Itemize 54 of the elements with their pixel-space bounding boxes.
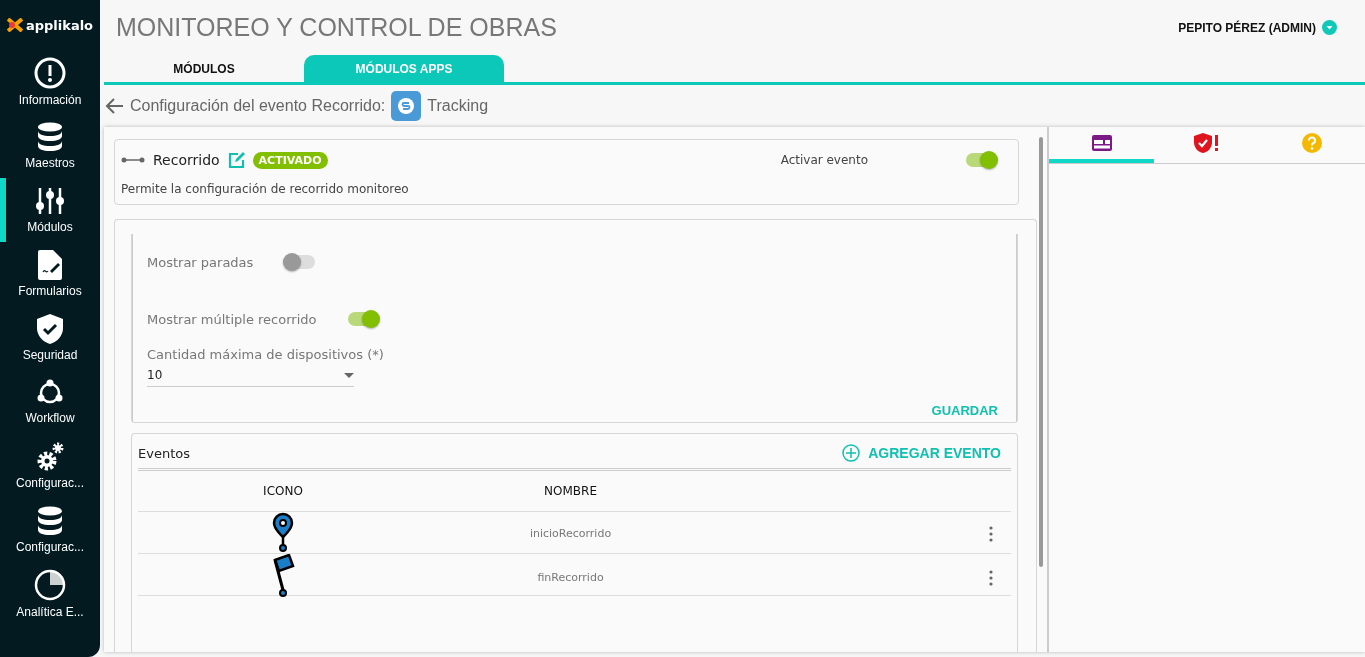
logo-text: applikalo: [25, 17, 94, 33]
database-icon: [37, 506, 63, 536]
sidebar-item[interactable]: Seguridad: [0, 306, 100, 370]
add-icon: [842, 444, 861, 462]
signed-document-icon: [38, 250, 62, 280]
user-name[interactable]: PEPITO PÉREZ (ADMIN): [1178, 20, 1316, 35]
app-name: Tracking: [427, 97, 489, 115]
caret-icon: [344, 372, 354, 378]
sidebar-item[interactable]: Módulos: [0, 178, 100, 242]
back-arrow-icon[interactable]: [104, 97, 124, 115]
sidebar-item[interactable]: Información: [0, 50, 100, 114]
toggle-label: Activar evento: [780, 153, 868, 167]
sidebar-item[interactable]: Maestros: [0, 114, 100, 178]
sidebar-item[interactable]: Workflow: [0, 370, 100, 434]
table-cell: inicioRecorrido: [529, 527, 612, 540]
sidebar-item[interactable]: Formularios: [0, 242, 100, 306]
database-icon: [37, 122, 63, 152]
select-label: Cantidad máxima de dispositivos (*): [147, 347, 385, 362]
scrollbar[interactable]: [1039, 137, 1043, 567]
tab[interactable]: MÓDULOS: [104, 55, 304, 82]
more-options-icon[interactable]: [989, 525, 993, 542]
sidebar-item[interactable]: Configurac...: [0, 498, 100, 562]
switch-label: Mostrar múltiple recorrido: [147, 311, 317, 327]
gears-icon: [36, 442, 64, 472]
pie-chart-icon: [34, 569, 66, 601]
shield-alert-icon: [1194, 133, 1220, 153]
edit-icon[interactable]: [227, 151, 245, 169]
sidebar-item[interactable]: Analítica E...: [0, 562, 100, 626]
window-icon: [1091, 135, 1112, 151]
sidebar-item[interactable]: Configurac...: [0, 434, 100, 498]
alert-icon: [34, 57, 66, 89]
help-icon: [1302, 133, 1323, 153]
shield-check-icon: [37, 314, 63, 344]
dropdown-icon[interactable]: [1322, 20, 1337, 35]
select-field[interactable]: 10: [147, 362, 354, 387]
map-pin-icon: [271, 512, 295, 552]
switch[interactable]: [346, 309, 381, 329]
column-header: NOMBRE: [544, 484, 597, 498]
section-title: Eventos: [138, 445, 190, 461]
logo-icon: [6, 18, 23, 32]
status-badge: ACTIVADO: [252, 151, 328, 169]
table-cell: finRecorrido: [537, 571, 604, 584]
switch-label: Mostrar paradas: [147, 254, 254, 270]
page-title: MONITOREO Y CONTROL DE OBRAS: [116, 13, 557, 42]
event-description: Permite la configuración de recorrido monitoreo: [121, 182, 410, 196]
column-header: ICONO: [263, 484, 303, 498]
route-line-icon: [121, 157, 145, 163]
sliders-icon: [35, 186, 65, 216]
breadcrumb-text: Configuración del evento Recorrido:: [130, 97, 386, 115]
more-options-icon[interactable]: [989, 569, 993, 586]
event-toggle[interactable]: [964, 150, 998, 170]
flag-icon: [271, 554, 295, 598]
app-icon: [391, 91, 422, 121]
event-name: Recorrido: [153, 152, 220, 168]
